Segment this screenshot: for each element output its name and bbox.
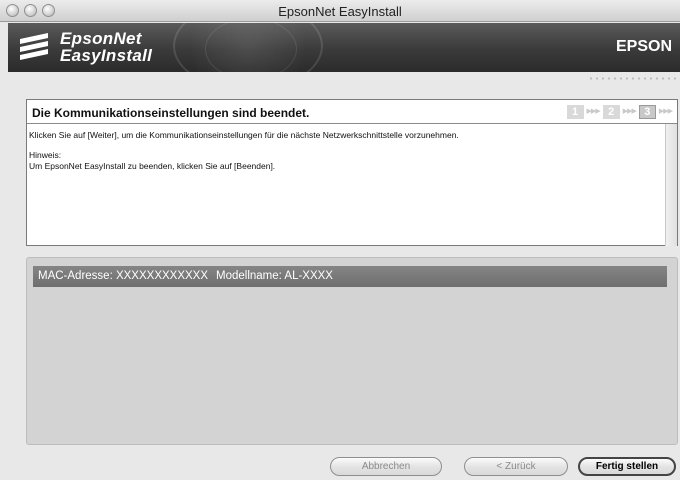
step-3-current: 3 (638, 105, 656, 119)
easyinstall-logo-icon (20, 33, 48, 60)
note-label: Hinweis: (29, 150, 62, 160)
device-model-name: Modellname: AL-XXXX (216, 270, 333, 282)
cancel-button[interactable]: Abbrechen (330, 457, 442, 476)
panel-title: Die Kommunikationseinstellungen sind bee… (32, 106, 310, 120)
panel-header: Die Kommunikationseinstellungen sind bee… (27, 100, 677, 124)
step-2: 2 (602, 105, 620, 119)
brand-name-line2: EasyInstall (60, 46, 153, 65)
window-title: EpsonNet EasyInstall (278, 4, 402, 19)
step-arrow-icon: ▶▶▶ (586, 108, 601, 115)
step-arrow-icon: ▶▶▶ (658, 108, 673, 115)
back-button[interactable]: < Zurück (464, 457, 568, 476)
device-mac-address: MAC-Adresse: XXXXXXXXXXXX (38, 270, 209, 282)
device-list: MAC-Adresse: XXXXXXXXXXXX Modellname: AL… (26, 257, 678, 445)
step-arrow-icon: ▶▶▶ (622, 108, 637, 115)
window-title-bar: EpsonNet EasyInstall (0, 0, 680, 22)
vendor-logo: EPSON (615, 38, 672, 55)
instruction-text: Klicken Sie auf [Weiter], um die Kommuni… (29, 130, 459, 140)
note-text: Um EpsonNet EasyInstall zu beenden, klic… (29, 161, 276, 171)
dotted-divider (588, 77, 680, 80)
app-banner: EpsonNet EasyInstall EPSON (8, 23, 680, 72)
compass-decoration (173, 23, 323, 72)
status-panel: Die Kommunikationseinstellungen sind bee… (26, 99, 678, 246)
panel-message: Klicken Sie auf [Weiter], um die Kommuni… (29, 130, 459, 172)
step-1: 1 (566, 105, 584, 119)
step-indicator: 1 ▶▶▶ 2 ▶▶▶ 3 ▶▶▶ (566, 105, 675, 119)
device-row-selected[interactable]: MAC-Adresse: XXXXXXXXXXXX Modellname: AL… (33, 266, 667, 287)
panel-scrollbar[interactable] (665, 124, 677, 246)
finish-button[interactable]: Fertig stellen (578, 457, 676, 476)
